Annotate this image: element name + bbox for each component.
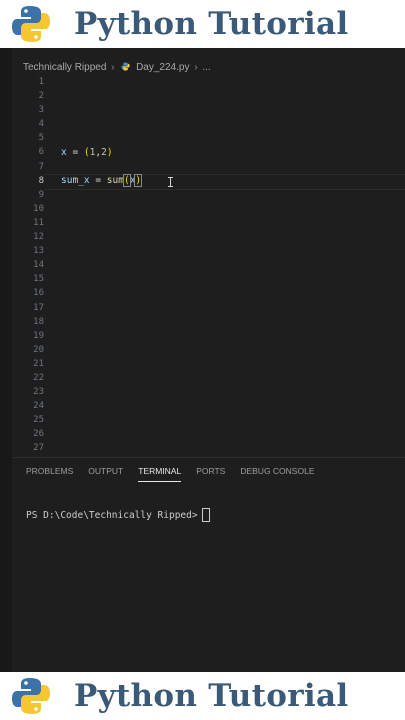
python-logo-icon bbox=[12, 6, 50, 42]
tab-problems[interactable]: PROBLEMS bbox=[26, 466, 73, 482]
line-number: 2 bbox=[38, 91, 44, 102]
banner-title: Python Tutorial bbox=[74, 6, 349, 42]
line-number: 25 bbox=[33, 415, 44, 426]
python-file-icon bbox=[121, 62, 130, 71]
line-number: 23 bbox=[33, 387, 44, 398]
activity-bar-edge bbox=[0, 48, 12, 672]
tab-output[interactable]: OUTPUT bbox=[88, 466, 123, 482]
line-number: 6 bbox=[38, 147, 44, 158]
line-number: 24 bbox=[33, 401, 44, 412]
code-token: sum_x bbox=[61, 175, 90, 186]
line-number: 22 bbox=[33, 372, 44, 383]
line-number: 26 bbox=[33, 429, 44, 440]
code-line-6[interactable]: x = (1,2) bbox=[61, 146, 113, 160]
line-number: 21 bbox=[33, 358, 44, 369]
top-banner: Python Tutorial bbox=[0, 0, 405, 48]
line-number: 17 bbox=[33, 302, 44, 313]
bottom-banner: Python Tutorial bbox=[0, 672, 405, 720]
chevron-right-icon: › bbox=[194, 62, 198, 73]
code-token: = bbox=[66, 147, 84, 158]
line-number: 5 bbox=[38, 133, 44, 144]
tab-debug-console[interactable]: DEBUG CONSOLE bbox=[240, 466, 314, 482]
line-number: 15 bbox=[33, 274, 44, 285]
terminal-prompt: PS D:\Code\Technically Ripped> bbox=[26, 509, 198, 521]
line-number-gutter: 1 2 3 4 5 6 7 8 9 10 11 12 13 14 15 16 17 18 19 20 21 22 23 24 2… bbox=[12, 75, 44, 456]
line-number: 20 bbox=[33, 344, 44, 355]
code-token: ) bbox=[134, 174, 143, 187]
line-number: 11 bbox=[33, 217, 44, 228]
code-token: sum bbox=[106, 175, 124, 186]
code-editor[interactable]: Technically Ripped › Day_224.py › ... 12… bbox=[0, 48, 405, 673]
line-number: 16 bbox=[33, 288, 44, 299]
bottom-panel: PROBLEMS OUTPUT TERMINAL PORTS DEBUG CONSOLE… bbox=[12, 457, 405, 673]
panel-tabs: PROBLEMS OUTPUT TERMINAL PORTS DEBUG CONSOLE bbox=[26, 466, 329, 482]
line-number: 13 bbox=[33, 246, 44, 257]
terminal-cursor bbox=[201, 508, 210, 522]
line-number: 14 bbox=[33, 260, 44, 271]
code-token: = bbox=[89, 175, 107, 186]
line-number: 4 bbox=[38, 119, 44, 130]
line-number: 18 bbox=[33, 316, 44, 327]
code-token: ) bbox=[106, 147, 113, 158]
line-number: 12 bbox=[33, 232, 44, 243]
tab-terminal[interactable]: TERMINAL bbox=[138, 466, 182, 482]
line-number: 7 bbox=[38, 161, 44, 172]
tab-ports[interactable]: PORTS bbox=[196, 466, 225, 482]
text-cursor-icon bbox=[168, 177, 173, 187]
banner-title: Python Tutorial bbox=[74, 678, 349, 714]
breadcrumb-more[interactable]: ... bbox=[202, 62, 210, 73]
terminal-line[interactable]: PS D:\Code\Technically Ripped> bbox=[26, 508, 210, 522]
chevron-right-icon: › bbox=[111, 62, 115, 73]
python-logo-icon bbox=[12, 678, 50, 714]
line-number: 9 bbox=[38, 189, 44, 200]
line-number: 10 bbox=[33, 203, 44, 214]
code-line-8[interactable]: sum_x = sum(x) bbox=[61, 174, 143, 188]
line-number: 27 bbox=[33, 443, 44, 454]
breadcrumb: Technically Ripped › Day_224.py › ... bbox=[23, 62, 211, 73]
line-number: 8 bbox=[38, 175, 44, 186]
line-number: 1 bbox=[38, 77, 44, 87]
line-number: 3 bbox=[38, 105, 44, 116]
line-number: 19 bbox=[33, 330, 44, 341]
breadcrumb-file[interactable]: Day_224.py bbox=[136, 62, 189, 73]
breadcrumb-folder[interactable]: Technically Ripped bbox=[23, 62, 106, 73]
